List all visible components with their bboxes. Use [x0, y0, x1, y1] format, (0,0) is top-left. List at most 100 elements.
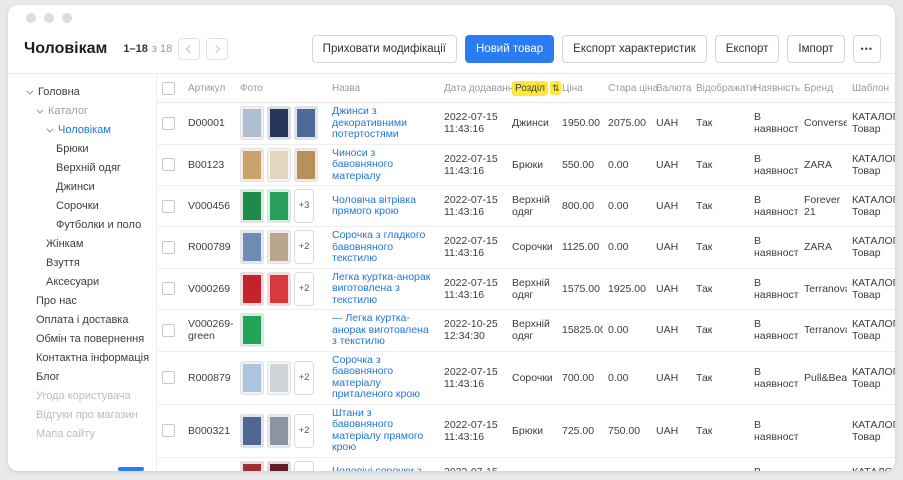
- column-header-article[interactable]: Артикул: [183, 74, 235, 103]
- product-thumbnail[interactable]: [267, 189, 291, 223]
- column-header-price[interactable]: Ціна: [557, 74, 603, 103]
- window-control-close[interactable]: [26, 13, 36, 23]
- pagination-range: 1–18: [123, 43, 147, 55]
- hide-modifications-button[interactable]: Приховати модифікації: [312, 35, 457, 63]
- product-thumbnail[interactable]: [240, 461, 264, 472]
- more-photos-badge[interactable]: +2: [294, 272, 314, 306]
- prev-page-button[interactable]: [178, 38, 200, 60]
- column-header-section[interactable]: Розділ⇅: [507, 74, 557, 103]
- product-thumbnail[interactable]: [267, 148, 291, 182]
- product-thumbnail[interactable]: [267, 361, 291, 395]
- sidebar-item-джинси[interactable]: Джинси: [8, 178, 156, 197]
- date-value: 2022-07-15: [444, 194, 502, 206]
- product-thumbnail[interactable]: [267, 230, 291, 264]
- product-thumbnail[interactable]: [267, 272, 291, 306]
- row-checkbox[interactable]: [162, 424, 175, 437]
- more-photos-badge[interactable]: +3: [294, 189, 314, 223]
- product-thumbnail[interactable]: [240, 272, 264, 306]
- row-checkbox[interactable]: [162, 324, 175, 337]
- sidebar-item-обмін-та-повернення[interactable]: Обмін та повернення: [8, 330, 156, 349]
- sidebar-item-аксесуари[interactable]: Аксесуари: [8, 273, 156, 292]
- next-page-button[interactable]: [206, 38, 228, 60]
- more-photos-badge[interactable]: +2: [294, 361, 314, 395]
- product-thumbnail[interactable]: [294, 106, 318, 140]
- sidebar-item-взуття[interactable]: Взуття: [8, 254, 156, 273]
- column-header-photo[interactable]: Фото: [235, 74, 327, 103]
- row-checkbox[interactable]: [162, 117, 175, 130]
- sidebar-item-сорочки[interactable]: Сорочки: [8, 197, 156, 216]
- product-thumbnail[interactable]: [294, 148, 318, 182]
- window-control-maximize[interactable]: [62, 13, 72, 23]
- product-currency: UAH: [651, 103, 691, 145]
- column-header-date[interactable]: Дата додавання: [439, 74, 507, 103]
- row-checkbox[interactable]: [162, 241, 175, 254]
- sort-icon[interactable]: ⇅: [550, 81, 562, 95]
- product-name-link[interactable]: Чиноси з бавовняного матеріалу: [332, 148, 434, 183]
- column-header-template[interactable]: Шаблон: [847, 74, 895, 103]
- import-button[interactable]: Імпорт: [787, 35, 844, 63]
- scroll-indicator[interactable]: [118, 467, 144, 471]
- product-price: 1125.00: [557, 227, 603, 269]
- product-name-link[interactable]: Чоловіча вітрівка прямого крою: [332, 195, 434, 218]
- product-thumbnail[interactable]: [267, 461, 291, 472]
- product-thumbnail[interactable]: [240, 189, 264, 223]
- sidebar-item-каталог[interactable]: Каталог: [8, 102, 156, 121]
- sidebar-item-контактна-інформація[interactable]: Контактна інформація: [8, 349, 156, 368]
- row-checkbox[interactable]: [162, 282, 175, 295]
- sidebar-item-угода-користувача[interactable]: Угода користувача: [8, 387, 156, 406]
- sidebar-item-верхній-одяг[interactable]: Верхній одяг: [8, 159, 156, 178]
- column-header-currency[interactable]: Валюта: [651, 74, 691, 103]
- column-header-name[interactable]: Назва: [327, 74, 439, 103]
- column-header-old-price[interactable]: Стара ціна: [603, 74, 651, 103]
- chevron-down-icon[interactable]: [36, 107, 43, 114]
- sidebar-item-чоловікам[interactable]: Чоловікам: [8, 121, 156, 140]
- sidebar-item-відгуки-про-магазин[interactable]: Відгуки про магазин: [8, 406, 156, 425]
- time-value: 11:43:16: [444, 378, 502, 390]
- product-thumbnail[interactable]: [240, 148, 264, 182]
- row-checkbox[interactable]: [162, 371, 175, 384]
- table-area: Артикул Фото Назва Дата додавання Розділ…: [156, 74, 895, 471]
- sidebar-item-мапа-сайту[interactable]: Мапа сайту: [8, 425, 156, 444]
- more-photos-badge[interactable]: +2: [294, 230, 314, 264]
- sidebar-item-брюки[interactable]: Брюки: [8, 140, 156, 159]
- product-thumbnail[interactable]: [267, 414, 291, 448]
- product-thumbnail[interactable]: [240, 106, 264, 140]
- sidebar-item-про-нас[interactable]: Про нас: [8, 292, 156, 311]
- sidebar-item-жінкам[interactable]: Жінкам: [8, 235, 156, 254]
- row-checkbox[interactable]: [162, 158, 175, 171]
- product-name-link[interactable]: — Легка куртка-анорак виготовлена з текс…: [332, 313, 434, 348]
- product-name-link[interactable]: Джинси з декоративними потертостями: [332, 106, 434, 141]
- sidebar-item-блог[interactable]: Блог: [8, 368, 156, 387]
- sidebar-item-головна[interactable]: Головна: [8, 83, 156, 102]
- product-date-added: 2022-07-1511:43:16: [439, 404, 507, 457]
- more-photos-badge[interactable]: +2: [294, 414, 314, 448]
- select-all-checkbox[interactable]: [162, 82, 175, 95]
- product-name-link[interactable]: Сорочка з гладкого бавовняного текстилю: [332, 230, 434, 265]
- product-thumbnail[interactable]: [267, 106, 291, 140]
- product-name-link[interactable]: Чоловічі сорочки з легкого текстилю: [332, 466, 434, 471]
- column-header-availability[interactable]: Наявність: [749, 74, 799, 103]
- product-name-link[interactable]: Сорочка з бавовняного матеріалу притален…: [332, 355, 434, 401]
- chevron-down-icon[interactable]: [26, 88, 33, 95]
- new-product-button[interactable]: Новий товар: [465, 35, 554, 63]
- product-thumbnail[interactable]: [240, 361, 264, 395]
- chevron-down-icon[interactable]: [46, 126, 53, 133]
- product-name-link[interactable]: Легка куртка-анорак виготовлена з тексти…: [332, 272, 434, 307]
- window-control-minimize[interactable]: [44, 13, 54, 23]
- sidebar-item-label: Брюки: [56, 143, 89, 155]
- column-header-brand[interactable]: Бренд: [799, 74, 847, 103]
- table-header-row: Артикул Фото Назва Дата додавання Розділ…: [157, 74, 895, 103]
- product-name-link[interactable]: Штани з бавовняного матеріалу прямого кр…: [332, 408, 434, 454]
- sidebar-item-оплата-і-доставка[interactable]: Оплата і доставка: [8, 311, 156, 330]
- product-thumbnail[interactable]: [240, 313, 264, 347]
- product-thumbnail[interactable]: [240, 230, 264, 264]
- column-header-display[interactable]: Відображати: [691, 74, 749, 103]
- product-thumbnail[interactable]: [240, 414, 264, 448]
- more-photos-badge[interactable]: +2: [294, 461, 314, 472]
- export-attributes-button[interactable]: Експорт характеристик: [562, 35, 707, 63]
- export-button[interactable]: Експорт: [715, 35, 780, 63]
- product-price: 700.00: [557, 351, 603, 404]
- sidebar-item-футболки-и-поло[interactable]: Футболки и поло: [8, 216, 156, 235]
- more-actions-button[interactable]: •••: [853, 35, 881, 63]
- row-checkbox[interactable]: [162, 200, 175, 213]
